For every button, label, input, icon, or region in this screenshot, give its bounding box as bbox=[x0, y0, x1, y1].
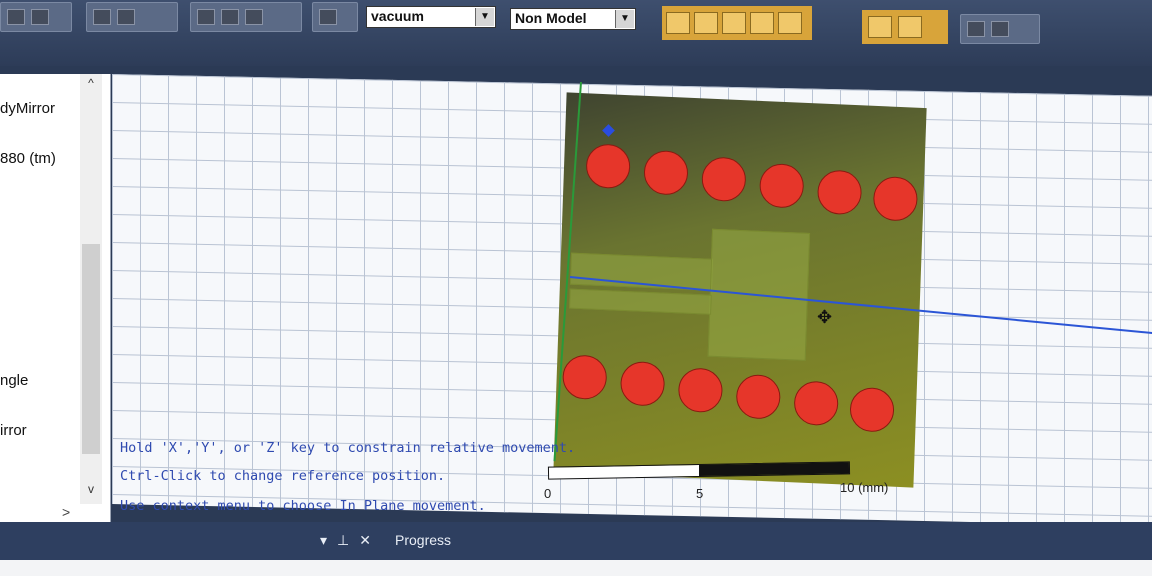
via-hole[interactable] bbox=[701, 156, 747, 203]
mirror-tool-icon[interactable] bbox=[7, 9, 25, 25]
scale-label: 5 bbox=[696, 486, 704, 501]
toolbar-group-5 bbox=[960, 14, 1040, 44]
pane-controls: ▾ ⊥ ✕ bbox=[320, 532, 371, 549]
properties-panel: dyMirror 880 (tm) ngle irror ^ v > bbox=[0, 74, 111, 526]
via-hole[interactable] bbox=[849, 386, 895, 433]
toolbar-group-4 bbox=[312, 2, 358, 32]
model-value: Non Model bbox=[515, 10, 587, 26]
flip-icon[interactable] bbox=[245, 9, 263, 25]
background-material-select[interactable]: vacuum ▼ bbox=[366, 6, 496, 28]
grid-icon[interactable] bbox=[868, 16, 892, 38]
pin-icon[interactable]: ⊥ bbox=[337, 532, 349, 549]
toolbar-group-1 bbox=[0, 2, 72, 32]
hint-line: Use context menu to choose In Plane move… bbox=[120, 498, 486, 514]
via-hole[interactable] bbox=[643, 149, 689, 196]
distribute-icon[interactable] bbox=[197, 9, 215, 25]
via-hole[interactable] bbox=[793, 380, 839, 427]
snap-point-icon[interactable] bbox=[666, 12, 690, 34]
stub-line[interactable] bbox=[569, 288, 712, 315]
panel-scrollbar[interactable]: ^ v bbox=[80, 74, 102, 504]
toolbar-group-2 bbox=[86, 2, 178, 32]
ruler-icon[interactable] bbox=[898, 16, 922, 38]
import-icon[interactable] bbox=[991, 21, 1009, 37]
snap-line-icon[interactable] bbox=[778, 12, 802, 34]
scroll-up-icon[interactable]: ^ bbox=[82, 76, 100, 94]
chevron-down-icon[interactable]: ▼ bbox=[475, 8, 494, 26]
snap-center-icon[interactable] bbox=[750, 12, 774, 34]
grid-toolbar bbox=[862, 10, 948, 44]
panel-item[interactable]: irror bbox=[0, 422, 27, 439]
via-hole[interactable] bbox=[677, 367, 724, 414]
pane-menu-icon[interactable]: ▾ bbox=[320, 532, 327, 549]
panel-item[interactable]: dyMirror bbox=[0, 100, 55, 117]
scale-label: 10 (mm) bbox=[840, 480, 889, 495]
panel-item[interactable]: ngle bbox=[0, 372, 28, 389]
via-hole[interactable] bbox=[561, 354, 608, 401]
via-hole[interactable] bbox=[585, 143, 631, 190]
via-hole[interactable] bbox=[735, 373, 782, 420]
background-material-value: vacuum bbox=[371, 8, 424, 24]
snap-rect-icon[interactable] bbox=[694, 12, 718, 34]
hint-line: Ctrl-Click to change reference position. bbox=[120, 468, 446, 484]
via-hole[interactable] bbox=[758, 162, 805, 209]
hint-line: Hold 'X','Y', or 'Z' key to constrain re… bbox=[120, 440, 576, 456]
shape-icon[interactable] bbox=[319, 9, 337, 25]
close-icon[interactable]: ✕ bbox=[359, 532, 371, 549]
view-side-icon[interactable] bbox=[117, 9, 135, 25]
toolbar-group-3 bbox=[190, 2, 302, 32]
snap-edge-icon[interactable] bbox=[722, 12, 746, 34]
scroll-thumb[interactable] bbox=[82, 244, 100, 454]
scroll-down-icon[interactable]: v bbox=[82, 482, 100, 500]
align-center-icon[interactable] bbox=[221, 9, 239, 25]
view-front-icon[interactable] bbox=[93, 9, 111, 25]
tab-progress[interactable]: Progress bbox=[395, 532, 451, 548]
scale-label: 0 bbox=[544, 486, 552, 501]
panel-item[interactable]: 880 (tm) bbox=[0, 150, 56, 167]
pcb-substrate[interactable] bbox=[553, 92, 927, 488]
model-select[interactable]: Non Model ▼ bbox=[510, 8, 636, 30]
export-icon[interactable] bbox=[967, 21, 985, 37]
progress-area bbox=[0, 560, 1152, 576]
align-tool-icon[interactable] bbox=[31, 9, 49, 25]
via-hole[interactable] bbox=[619, 360, 666, 407]
scroll-right-icon[interactable]: > bbox=[62, 504, 70, 520]
chevron-down-icon[interactable]: ▼ bbox=[615, 10, 634, 28]
feed-line[interactable] bbox=[569, 252, 714, 291]
snap-toolbar bbox=[662, 6, 812, 40]
toolbar: vacuum ▼ Non Model ▼ bbox=[0, 0, 1152, 66]
via-hole[interactable] bbox=[872, 175, 919, 222]
move-cursor-icon: ✥ bbox=[817, 307, 833, 327]
via-hole[interactable] bbox=[816, 169, 863, 216]
